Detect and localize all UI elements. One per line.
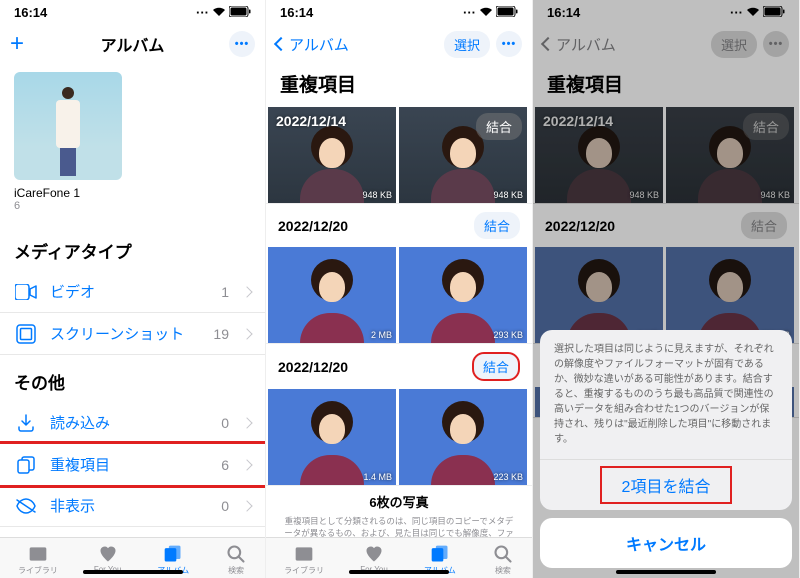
wifi-icon (212, 5, 226, 20)
wifi-icon (746, 5, 760, 20)
select-button: 選択 (711, 31, 757, 58)
album-thumbnail[interactable] (14, 72, 122, 180)
merge-button[interactable]: 結合 (476, 113, 522, 140)
hidden-icon (14, 498, 38, 514)
chevron-right-icon (243, 283, 251, 300)
back-button: アルバム (543, 34, 616, 55)
more-button: ••• (763, 31, 789, 57)
duplicate-group: 2022/12/20 結合 1.4 MB 223 KB (266, 344, 532, 486)
page-title: 重複項目 (266, 64, 532, 107)
merge-button: 結合 (741, 212, 787, 239)
row-count: 1 (221, 284, 229, 300)
album-count: 6 (0, 200, 265, 224)
photo-count: 6枚の写真 (284, 494, 514, 512)
cancel-button[interactable]: キャンセル (540, 518, 792, 568)
select-button[interactable]: 選択 (444, 31, 490, 58)
battery-icon (229, 5, 251, 20)
home-indicator[interactable] (349, 570, 449, 574)
video-icon (14, 284, 38, 300)
add-button[interactable]: + (10, 30, 24, 58)
home-indicator[interactable] (83, 570, 183, 574)
group-date: 2022/12/20 (278, 359, 348, 375)
row-videos[interactable]: ビデオ 1 (0, 271, 265, 313)
group-date: 2022/12/14 (543, 113, 613, 140)
status-bar: 16:14 ··· (533, 0, 799, 24)
merge-button[interactable]: 結合 (474, 212, 520, 239)
chevron-right-icon (243, 325, 251, 342)
screenshot-icon (14, 324, 38, 344)
row-count: 0 (221, 498, 229, 514)
group-date: 2022/12/20 (278, 218, 348, 234)
duplicate-group: 2022/12/20 結合 2 MB 293 KB (533, 204, 799, 344)
row-label: ビデオ (50, 281, 209, 302)
merge-items-button[interactable]: 2項目を結合 (540, 460, 792, 510)
nav-bar: + アルバム ••• (0, 24, 265, 64)
merge-button[interactable]: 結合 (472, 352, 520, 381)
signal-icon: ··· (730, 5, 743, 20)
duplicate-image: 2 MB (535, 247, 663, 343)
row-count: 6 (221, 457, 229, 473)
duplicate-group: 2022/12/20 結合 2 MB 293 KB (266, 204, 532, 344)
row-count: 19 (213, 326, 229, 342)
row-screenshots[interactable]: スクリーンショット 19 (0, 313, 265, 355)
battery-icon (763, 5, 785, 20)
row-label: 重複項目 (50, 454, 209, 475)
row-label: 非表示 (50, 495, 209, 516)
merge-button: 結合 (743, 113, 789, 140)
more-button[interactable]: ••• (496, 31, 522, 57)
status-bar: 16:14 ··· (266, 0, 532, 24)
row-duplicates[interactable]: 重複項目 6 (0, 441, 266, 488)
row-label: スクリーンショット (50, 323, 201, 344)
signal-icon: ··· (196, 5, 209, 20)
duplicate-group: 2022/12/14 結合 948 KB 948 KB (266, 107, 532, 204)
nav-title: アルバム (66, 32, 199, 56)
nav-bar: アルバム 選択 ••• (533, 24, 799, 64)
tab-search[interactable]: 検索 (225, 544, 247, 576)
tab-library[interactable]: ライブラリ (18, 544, 58, 576)
back-button[interactable]: アルバム (276, 34, 349, 55)
row-label: 読み込み (50, 412, 209, 433)
chevron-right-icon (243, 497, 251, 514)
download-icon (14, 413, 38, 433)
section-media-types: メディアタイプ (0, 224, 265, 271)
signal-icon: ··· (463, 5, 476, 20)
nav-bar: アルバム 選択 ••• (266, 24, 532, 64)
chevron-right-icon (243, 456, 251, 473)
battery-icon (496, 5, 518, 20)
duplicate-image[interactable]: 1.4 MB (268, 389, 396, 485)
duplicate-image[interactable]: 2 MB (268, 247, 396, 343)
duplicates-icon (14, 455, 38, 475)
duplicate-image[interactable]: 223 KB (399, 389, 527, 485)
time: 16:14 (280, 5, 313, 20)
chevron-right-icon (243, 414, 251, 431)
row-count: 0 (221, 415, 229, 431)
row-hidden[interactable]: 非表示 0 (0, 485, 265, 527)
group-date: 2022/12/20 (545, 218, 615, 234)
group-date: 2022/12/14 (276, 113, 346, 140)
section-other: その他 (0, 355, 265, 402)
duplicate-image[interactable]: 293 KB (399, 247, 527, 343)
time: 16:14 (547, 5, 580, 20)
home-indicator[interactable] (616, 570, 716, 574)
action-sheet: 選択した項目は同じように見えますが、それぞれの解像度やファイルフォーマットが固有… (540, 330, 792, 568)
wifi-icon (479, 5, 493, 20)
more-button[interactable]: ••• (229, 31, 255, 57)
page-title: 重複項目 (533, 64, 799, 107)
row-imports[interactable]: 読み込み 0 (0, 402, 265, 444)
sheet-message: 選択した項目は同じように見えますが、それぞれの解像度やファイルフォーマットが固有… (540, 330, 792, 460)
album-name: iCareFone 1 (0, 184, 265, 200)
status-bar: 16:14 ··· (0, 0, 265, 24)
time: 16:14 (14, 5, 47, 20)
tab-search[interactable]: 検索 (492, 544, 514, 576)
duplicate-group: 2022/12/14 結合 948 KB 948 KB (533, 107, 799, 204)
tab-library[interactable]: ライブラリ (284, 544, 324, 576)
duplicate-image: 293 KB (666, 247, 794, 343)
